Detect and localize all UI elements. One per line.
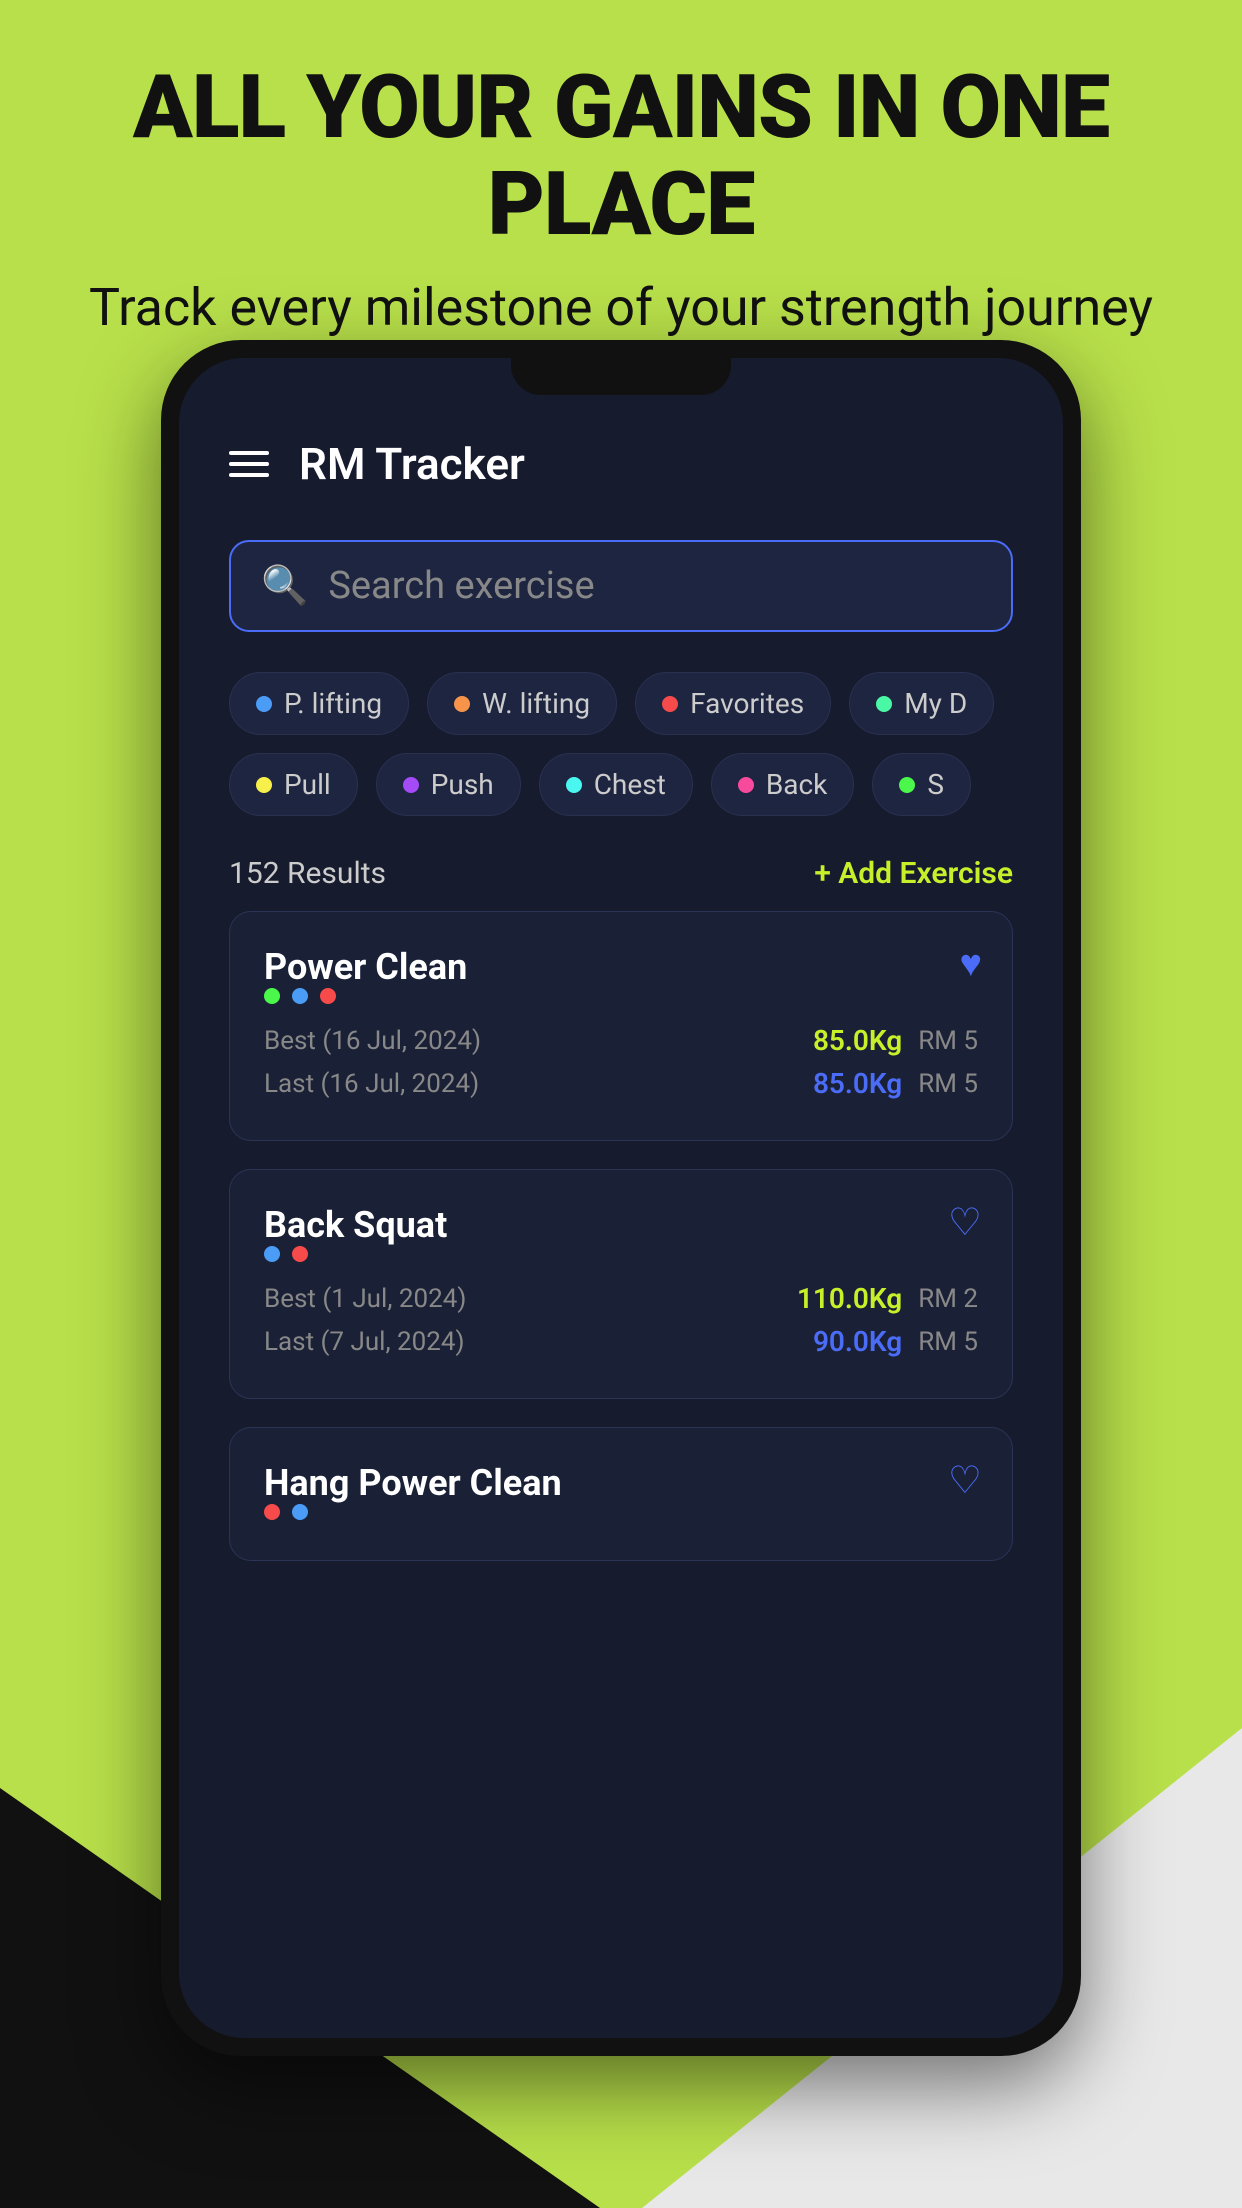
main-title: ALL YOUR GAINS IN ONE PLACE: [0, 60, 1242, 254]
exercise-card-power-clean[interactable]: Power Clean ♥ Best (16 Jul, 2024) 85.0Kg…: [229, 911, 1013, 1141]
filter-label-favorites: Favorites: [690, 687, 804, 720]
add-exercise-button[interactable]: + Add Exercise: [814, 856, 1013, 891]
phone-frame: RM Tracker 🔍 Search exercise P. lifting: [161, 340, 1081, 2056]
exercise-stat-last-power-clean: Last (16 Jul, 2024) 85.0Kg RM 5: [264, 1067, 978, 1100]
dot-blue: [264, 1246, 280, 1262]
subtitle: Track every milestone of your strength j…: [0, 274, 1242, 342]
app-title: RM Tracker: [299, 438, 525, 490]
app-header: RM Tracker: [229, 438, 1013, 490]
favorite-icon-back-squat[interactable]: ♡: [948, 1200, 982, 1245]
search-bar[interactable]: 🔍 Search exercise: [229, 540, 1013, 632]
exercise-name-hang-power-clean: Hang Power Clean: [264, 1462, 562, 1504]
dot-red: [292, 1246, 308, 1262]
exercise-dots-power-clean: [264, 988, 978, 1004]
exercise-stat-best-power-clean: Best (16 Jul, 2024) 85.0Kg RM 5: [264, 1024, 978, 1057]
filter-dot-chest: [566, 777, 582, 793]
filter-tag-pull[interactable]: Pull: [229, 753, 358, 816]
exercise-card-back-squat[interactable]: Back Squat ♡ Best (1 Jul, 2024) 110.0Kg …: [229, 1169, 1013, 1399]
filter-row-2: Pull Push Chest Back: [229, 753, 1013, 816]
stat-last-kg: 90.0Kg: [813, 1325, 902, 1358]
results-count: 152 Results: [229, 856, 386, 891]
stat-best-rm: RM 5: [918, 1026, 978, 1056]
phone-container: RM Tracker 🔍 Search exercise P. lifting: [161, 340, 1081, 2056]
search-placeholder: Search exercise: [328, 564, 594, 608]
filter-label-my: My D: [904, 687, 967, 720]
results-header: 152 Results + Add Exercise: [229, 856, 1013, 891]
hamburger-menu-icon[interactable]: [229, 451, 269, 477]
stat-best-kg: 85.0Kg: [813, 1024, 902, 1057]
filter-tag-back[interactable]: Back: [711, 753, 855, 816]
filter-tag-weightlifting[interactable]: W. lifting: [427, 672, 617, 735]
filter-label-s: S: [927, 768, 944, 801]
filter-row-1: P. lifting W. lifting Favorites My D: [229, 672, 1013, 735]
stat-best-kg: 110.0Kg: [797, 1282, 902, 1315]
exercise-name-power-clean: Power Clean: [264, 946, 467, 988]
filter-label-chest: Chest: [594, 768, 666, 801]
filter-tag-powerlifting[interactable]: P. lifting: [229, 672, 409, 735]
dot-blue: [292, 988, 308, 1004]
screen-content: RM Tracker 🔍 Search exercise P. lifting: [179, 358, 1063, 1601]
hamburger-line-2: [229, 462, 269, 466]
dot-green: [264, 988, 280, 1004]
filter-label-back: Back: [766, 768, 828, 801]
exercise-name-back-squat: Back Squat: [264, 1204, 447, 1246]
hamburger-line-1: [229, 451, 269, 455]
dot-red: [320, 988, 336, 1004]
stat-best-label: Best (16 Jul, 2024): [264, 1026, 481, 1056]
filter-label-powerlifting: P. lifting: [284, 687, 382, 720]
filter-dot-pull: [256, 777, 272, 793]
filter-dot-push: [403, 777, 419, 793]
filter-tag-favorites[interactable]: Favorites: [635, 672, 831, 735]
stat-best-rm: RM 2: [918, 1284, 978, 1314]
filter-tag-push[interactable]: Push: [376, 753, 521, 816]
stat-best-value-group: 85.0Kg RM 5: [813, 1024, 978, 1057]
phone-notch: [511, 340, 731, 395]
stat-best-label: Best (1 Jul, 2024): [264, 1284, 466, 1314]
exercise-stat-last-back-squat: Last (7 Jul, 2024) 90.0Kg RM 5: [264, 1325, 978, 1358]
filter-dot-favorites: [662, 696, 678, 712]
hamburger-line-3: [229, 473, 269, 477]
stat-last-label: Last (7 Jul, 2024): [264, 1327, 465, 1357]
filter-dot-my: [876, 696, 892, 712]
header-section: ALL YOUR GAINS IN ONE PLACE Track every …: [0, 0, 1242, 381]
filter-tag-chest[interactable]: Chest: [539, 753, 693, 816]
filter-tag-s[interactable]: S: [872, 753, 971, 816]
exercise-card-hang-power-clean[interactable]: Hang Power Clean ♡: [229, 1427, 1013, 1561]
exercise-dots-hang-power-clean: [264, 1504, 978, 1520]
filter-dot-weightlifting: [454, 696, 470, 712]
filter-label-push: Push: [431, 768, 494, 801]
exercise-dots-back-squat: [264, 1246, 978, 1262]
filter-label-pull: Pull: [284, 768, 331, 801]
filter-dot-powerlifting: [256, 696, 272, 712]
stat-last-rm: RM 5: [918, 1069, 978, 1099]
exercise-stat-best-back-squat: Best (1 Jul, 2024) 110.0Kg RM 2: [264, 1282, 978, 1315]
filter-tag-my[interactable]: My D: [849, 672, 994, 735]
stat-last-label: Last (16 Jul, 2024): [264, 1069, 479, 1099]
filter-label-weightlifting: W. lifting: [482, 687, 590, 720]
stat-last-value-group: 90.0Kg RM 5: [813, 1325, 978, 1358]
stat-last-kg: 85.0Kg: [813, 1067, 902, 1100]
phone-screen: RM Tracker 🔍 Search exercise P. lifting: [179, 358, 1063, 2038]
favorite-icon-hang-power-clean[interactable]: ♡: [948, 1458, 982, 1503]
search-container: 🔍 Search exercise: [229, 540, 1013, 632]
dot-red: [264, 1504, 280, 1520]
stat-last-value-group: 85.0Kg RM 5: [813, 1067, 978, 1100]
stat-last-rm: RM 5: [918, 1327, 978, 1357]
favorite-icon-power-clean[interactable]: ♥: [959, 942, 982, 986]
stat-best-value-group: 110.0Kg RM 2: [797, 1282, 978, 1315]
filter-dot-back: [738, 777, 754, 793]
filter-dot-s: [899, 777, 915, 793]
search-icon: 🔍: [261, 564, 308, 608]
dot-blue: [292, 1504, 308, 1520]
